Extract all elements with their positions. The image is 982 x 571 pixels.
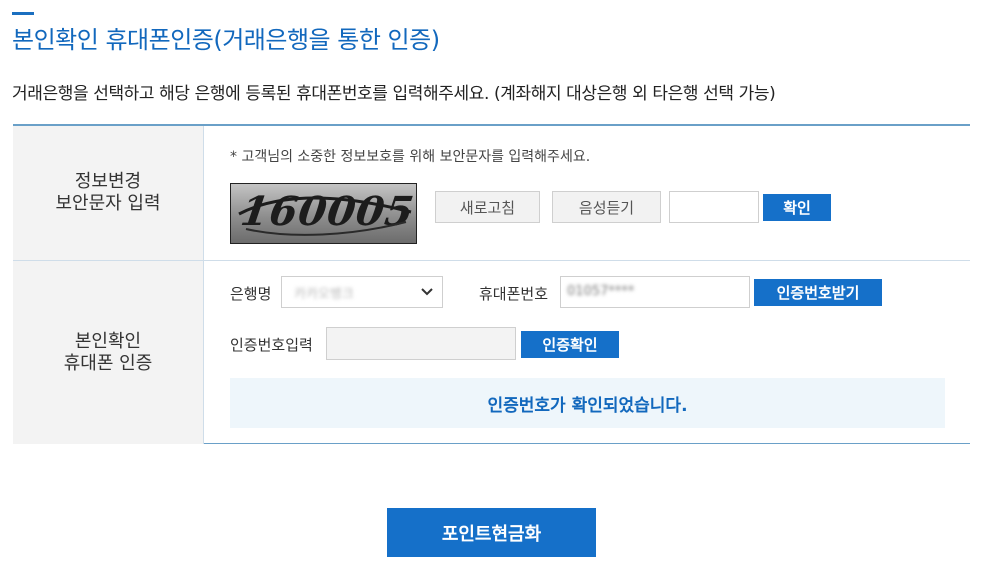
captcha-refresh-button[interactable]: 새로고침 xyxy=(435,191,540,223)
chevron-down-icon xyxy=(421,288,433,296)
page-title: 본인확인 휴대폰인증(거래은행을 통한 인증) xyxy=(12,26,440,54)
captcha-heading-line2: 보안문자 입력 xyxy=(55,193,161,214)
bank-select[interactable]: 카카오뱅크 xyxy=(281,276,443,308)
captcha-heading-line1: 정보변경 xyxy=(74,171,142,192)
code-label: 인증번호입력 xyxy=(230,336,313,354)
phone-row-heading: 본인확인 휴대폰 인증 xyxy=(13,261,204,444)
verify-code-button[interactable]: 인증확인 xyxy=(521,331,619,358)
phone-heading-line1: 본인확인 xyxy=(74,330,142,352)
phone-label: 휴대폰번호 xyxy=(479,285,549,303)
bank-label: 은행명 xyxy=(230,285,272,303)
title-accent-bar xyxy=(12,12,34,15)
captcha-audio-button[interactable]: 음성듣기 xyxy=(552,191,661,223)
captcha-noise xyxy=(238,196,412,236)
captcha-row-heading: 정보변경 보안문자 입력 xyxy=(13,126,204,260)
phone-number-input[interactable]: 01057**** xyxy=(560,276,750,308)
captcha-row: 정보변경 보안문자 입력 * 고객님의 소중한 정보보호를 위해 보안문자를 입… xyxy=(13,126,970,261)
phone-heading-line2: 휴대폰 인증 xyxy=(63,352,153,374)
captcha-input[interactable] xyxy=(669,191,759,223)
phone-number-value: 01057**** xyxy=(567,284,635,299)
verification-form: 정보변경 보안문자 입력 * 고객님의 소중한 정보보호를 위해 보안문자를 입… xyxy=(13,124,970,444)
verification-status-message: 인증번호가 확인되었습니다. xyxy=(230,378,945,428)
verification-code-input[interactable] xyxy=(326,327,516,360)
captcha-image: 160005 xyxy=(230,183,417,244)
captcha-confirm-button[interactable]: 확인 xyxy=(763,194,831,221)
point-cashout-button[interactable]: 포인트현금화 xyxy=(387,508,596,557)
request-code-button[interactable]: 인증번호받기 xyxy=(754,279,882,306)
captcha-note: * 고객님의 소중한 정보보호를 위해 보안문자를 입력해주세요. xyxy=(230,149,591,165)
bank-select-value: 카카오뱅크 xyxy=(294,287,354,302)
page-subtitle: 거래은행을 선택하고 해당 은행에 등록된 휴대폰번호를 입력해주세요. (계좌… xyxy=(12,84,776,104)
phone-verify-row: 본인확인 휴대폰 인증 은행명 카카오뱅크 휴대폰번호 01057**** 인증… xyxy=(13,261,970,444)
